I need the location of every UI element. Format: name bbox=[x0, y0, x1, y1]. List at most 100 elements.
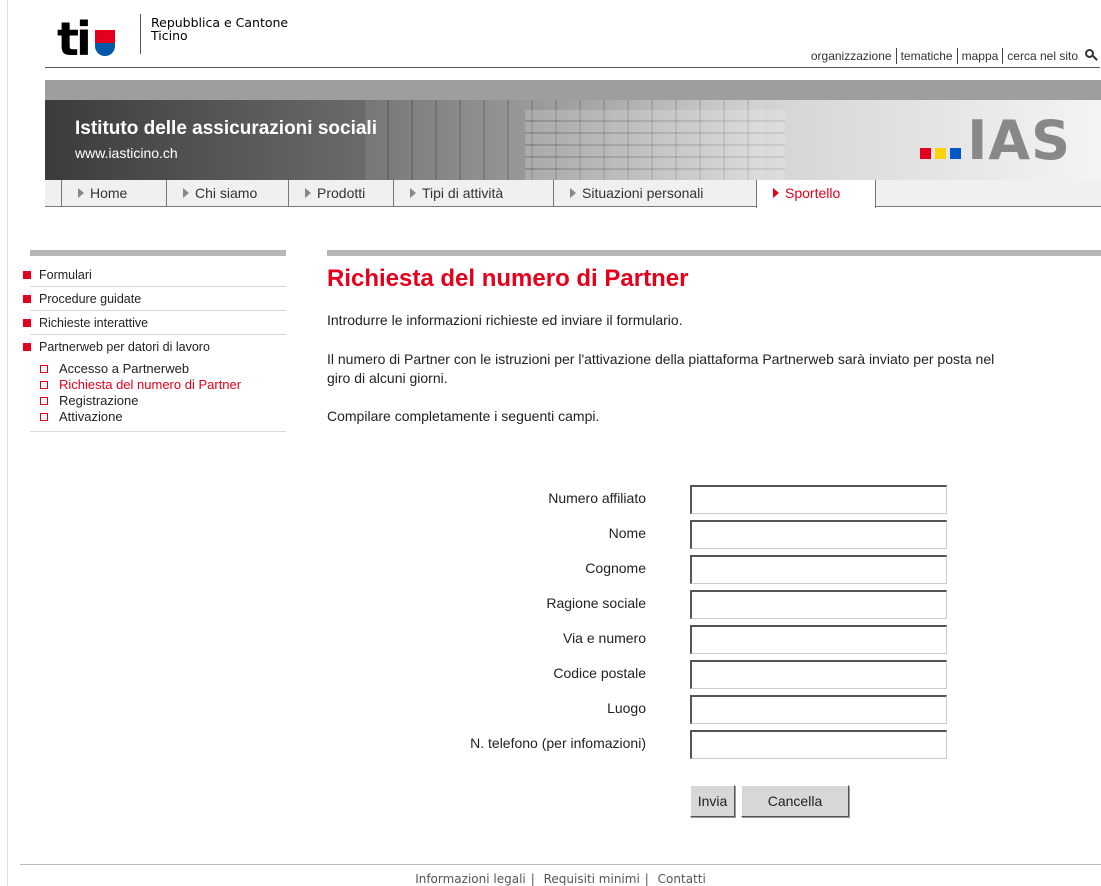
triangle-right-icon bbox=[305, 188, 311, 198]
intro-text: Introdurre le informazioni richieste ed … bbox=[327, 312, 683, 328]
numero-affiliato-field[interactable] bbox=[690, 485, 947, 514]
field-label: Ragione sociale bbox=[546, 595, 646, 611]
top-header: ti Repubblica e Cantone Ticino organizza… bbox=[45, 14, 1100, 68]
page-left-border bbox=[7, 0, 8, 886]
ragione-sociale-field[interactable] bbox=[690, 590, 947, 619]
square-bullet-icon bbox=[23, 295, 31, 303]
logo-square-blue bbox=[950, 148, 962, 159]
tab-sportello[interactable]: Sportello bbox=[756, 180, 876, 208]
field-label: Via e numero bbox=[562, 630, 646, 646]
form-row-telefono: N. telefono (per infomazioni) bbox=[330, 728, 970, 763]
form-buttons: Invia Cancella bbox=[690, 785, 855, 817]
hollow-square-bullet-icon bbox=[40, 365, 48, 373]
sidebar-top-rule bbox=[30, 250, 286, 256]
main-nav: Home Chi siamo Prodotti Tipi di attività… bbox=[45, 180, 1101, 208]
footer-link-requisiti-minimi[interactable]: Requisiti minimi bbox=[539, 872, 645, 886]
tab-label: Situazioni personali bbox=[582, 185, 704, 201]
tab-tipi-di-attivita[interactable]: Tipi di attività bbox=[393, 180, 553, 207]
field-label: Cognome bbox=[585, 560, 646, 576]
top-link-cerca[interactable]: cerca nel sito bbox=[1003, 49, 1082, 63]
banner-title: Istituto delle assicurazioni sociali bbox=[75, 118, 377, 139]
field-label: Codice postale bbox=[553, 665, 646, 681]
via-e-numero-field[interactable] bbox=[690, 625, 947, 654]
logo-ti-mark: ti bbox=[57, 12, 92, 66]
tab-label: Tipi di attività bbox=[422, 185, 504, 201]
sidebar-item-label: Formulari bbox=[39, 268, 92, 282]
field-label: Luogo bbox=[607, 700, 646, 716]
form-row-codice-postale: Codice postale bbox=[330, 658, 970, 693]
form-row-numero-affiliato: Numero affiliato bbox=[330, 483, 970, 518]
sidebar-item-label: Richieste interattive bbox=[39, 316, 149, 330]
sidebar-subitem-label: Attivazione bbox=[59, 409, 123, 424]
footer-separator: | bbox=[644, 872, 649, 886]
sidebar-subitem-attivazione[interactable]: Attivazione bbox=[30, 409, 286, 425]
logo-text-line2: Ticino bbox=[151, 28, 188, 43]
tab-label: Chi siamo bbox=[195, 185, 258, 201]
logo-text: Repubblica e Cantone Ticino bbox=[151, 16, 288, 42]
tab-home[interactable]: Home bbox=[61, 180, 166, 207]
tab-situazioni-personali[interactable]: Situazioni personali bbox=[553, 180, 756, 207]
telefono-field[interactable] bbox=[690, 730, 947, 759]
footer-link-contatti[interactable]: Contatti bbox=[653, 872, 711, 886]
tab-prodotti[interactable]: Prodotti bbox=[288, 180, 393, 207]
sidebar-subitem-accesso[interactable]: Accesso a Partnerweb bbox=[30, 361, 286, 377]
nome-field[interactable] bbox=[690, 520, 947, 549]
footer-link-informazioni-legali[interactable]: Informazioni legali bbox=[410, 872, 531, 886]
sidebar-item-procedure-guidate[interactable]: Procedure guidate bbox=[23, 287, 286, 311]
form-row-cognome: Cognome bbox=[330, 553, 970, 588]
square-bullet-icon bbox=[23, 343, 31, 351]
sidebar-submenu: Accesso a Partnerweb Richiesta del numer… bbox=[30, 359, 286, 432]
sidebar-subitem-richiesta[interactable]: Richiesta del numero di Partner bbox=[30, 377, 286, 393]
field-label: Numero affiliato bbox=[548, 490, 646, 506]
triangle-right-icon bbox=[570, 188, 576, 198]
sidebar-item-label: Partnerweb per datori di lavoro bbox=[39, 340, 210, 354]
page-title: Richiesta del numero di Partner bbox=[327, 265, 689, 292]
ias-logo[interactable]: IAS bbox=[920, 114, 1071, 168]
gray-band bbox=[45, 80, 1101, 100]
triangle-right-icon bbox=[183, 188, 189, 198]
cognome-field[interactable] bbox=[690, 555, 947, 584]
form-row-luogo: Luogo bbox=[330, 693, 970, 728]
tab-chi-siamo[interactable]: Chi siamo bbox=[166, 180, 288, 207]
sidebar-item-formulari[interactable]: Formulari bbox=[23, 263, 286, 287]
sidebar-item-richieste-interattive[interactable]: Richieste interattive bbox=[23, 311, 286, 335]
sidebar-item-partnerweb[interactable]: Partnerweb per datori di lavoro bbox=[23, 335, 286, 359]
triangle-right-icon bbox=[773, 188, 779, 198]
top-link-tematiche[interactable]: tematiche bbox=[897, 49, 957, 63]
info-text: Il numero di Partner con le istruzioni p… bbox=[327, 351, 995, 386]
triangle-right-icon bbox=[78, 188, 84, 198]
field-label: Nome bbox=[608, 525, 646, 541]
triangle-right-icon bbox=[410, 188, 416, 198]
form-row-nome: Nome bbox=[330, 518, 970, 553]
logo-square-red bbox=[920, 148, 932, 159]
footer-separator: | bbox=[530, 872, 535, 886]
sidebar-subitem-label: Richiesta del numero di Partner bbox=[59, 377, 242, 392]
banner-url: www.iasticino.ch bbox=[75, 145, 178, 161]
codice-postale-field[interactable] bbox=[690, 660, 947, 689]
main-content: Richiesta del numero di Partner Introdur… bbox=[327, 250, 1101, 426]
luogo-field[interactable] bbox=[690, 695, 947, 724]
form-row-via-e-numero: Via e numero bbox=[330, 623, 970, 658]
reset-button[interactable]: Cancella bbox=[741, 785, 849, 817]
ticino-logo[interactable]: ti bbox=[57, 16, 115, 62]
ias-logo-text: IAS bbox=[967, 109, 1071, 172]
banner: Istituto delle assicurazioni sociali www… bbox=[45, 100, 1101, 180]
top-link-mappa[interactable]: mappa bbox=[958, 49, 1003, 63]
tab-label: Home bbox=[90, 185, 128, 201]
shield-icon bbox=[94, 30, 115, 56]
hollow-square-bullet-icon bbox=[40, 397, 48, 405]
form-row-ragione-sociale: Ragione sociale bbox=[330, 588, 970, 623]
sidebar-subitem-registrazione[interactable]: Registrazione bbox=[30, 393, 286, 409]
hollow-square-bullet-icon bbox=[40, 381, 48, 389]
square-bullet-icon bbox=[23, 271, 31, 279]
tab-label: Sportello bbox=[785, 185, 841, 201]
search-icon[interactable] bbox=[1085, 48, 1094, 58]
logo-square-yellow bbox=[935, 148, 947, 159]
field-label: N. telefono (per infomazioni) bbox=[470, 735, 646, 751]
footer: Informazioni legali | Requisiti minimi | C… bbox=[20, 864, 1101, 886]
top-link-organizzazione[interactable]: organizzazione bbox=[807, 49, 896, 63]
sidebar-subitem-label: Accesso a Partnerweb bbox=[59, 361, 190, 376]
submit-button[interactable]: Invia bbox=[690, 785, 735, 817]
banner-building-image bbox=[525, 110, 785, 180]
sidebar-subitem-label: Registrazione bbox=[59, 393, 139, 408]
